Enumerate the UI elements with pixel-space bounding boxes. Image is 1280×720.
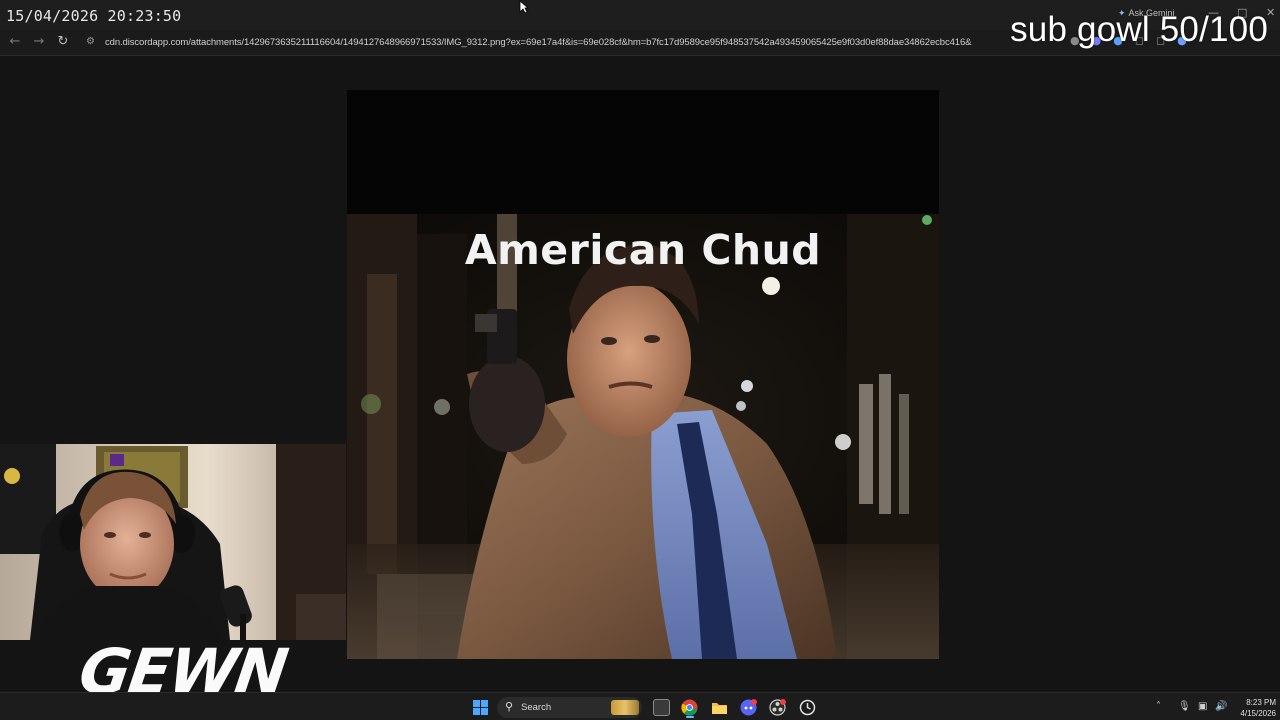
screen: ← → ↻ ⚙ cdn.discordapp.com/attachments/1… (0, 0, 1280, 720)
meme-photo (347, 214, 939, 659)
network-icon[interactable]: ▣ (1198, 701, 1207, 712)
microphone-icon[interactable]: 🎙 (1178, 701, 1191, 712)
obs-icon[interactable] (769, 699, 786, 716)
reload-icon[interactable]: ↻ (55, 34, 71, 50)
stream-timestamp: 15/04/2026 20:23:50 (6, 7, 182, 25)
search-icon: ⚲ (505, 700, 514, 713)
meme-caption: American Chud (464, 226, 822, 274)
task-view-icon[interactable] (653, 699, 670, 716)
forward-arrow-icon[interactable]: → (31, 34, 47, 50)
taskbar-date[interactable]: 4/15/2026 (1232, 709, 1276, 718)
file-explorer-icon[interactable] (711, 699, 728, 716)
chrome-icon[interactable] (681, 699, 698, 716)
start-icon[interactable] (473, 700, 488, 715)
mouse-cursor-icon (519, 0, 529, 14)
meme-image: American Chud (347, 90, 939, 659)
site-info-icon[interactable]: ⚙ (86, 36, 100, 48)
discord-icon[interactable] (740, 699, 757, 716)
taskbar-time[interactable]: 8:23 PM (1240, 698, 1276, 707)
search-highlight-image (611, 700, 639, 715)
back-arrow-icon[interactable]: ← (7, 34, 23, 50)
address-bar-url[interactable]: cdn.discordapp.com/attachments/142967363… (105, 37, 985, 49)
volume-icon[interactable]: 🔊 (1215, 701, 1227, 712)
tray-chevron-up-icon[interactable]: ˄ (1156, 701, 1161, 712)
chrome-active-indicator (686, 716, 694, 718)
sub-goal-counter: sub gowl 50/100 (1010, 10, 1268, 49)
webcam-feed (0, 444, 346, 640)
clock-icon[interactable] (799, 699, 816, 716)
taskbar-search-label: Search (521, 702, 552, 713)
